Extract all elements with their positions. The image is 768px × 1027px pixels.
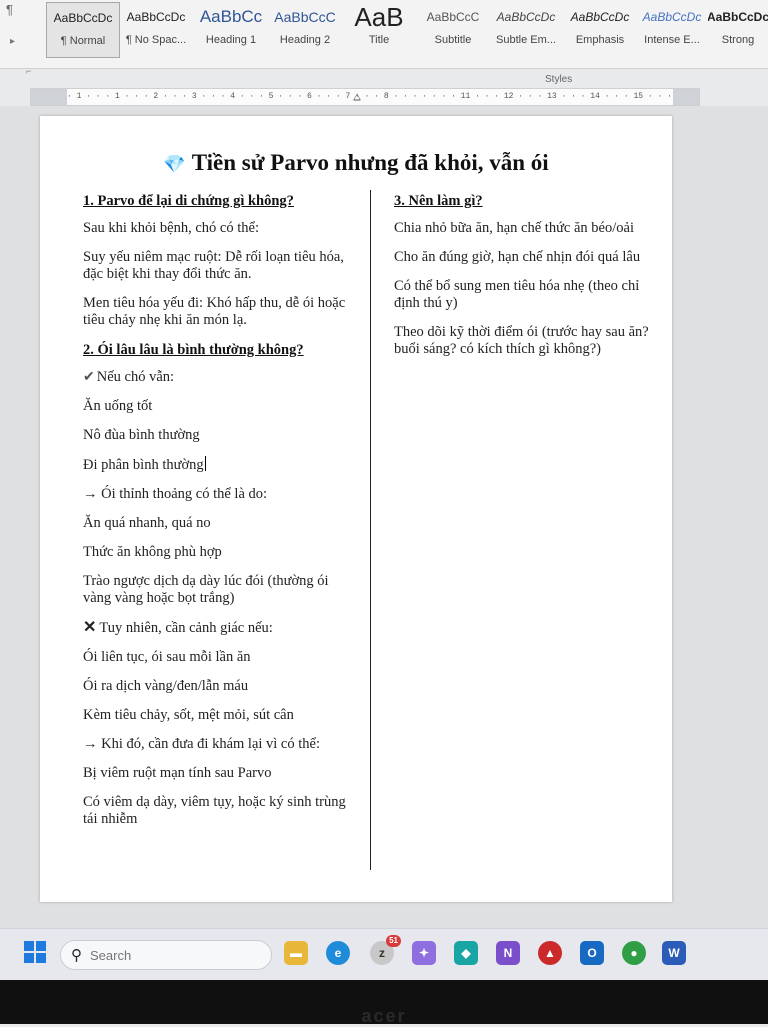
app-red-icon[interactable]: ▲ xyxy=(538,941,562,965)
paragraph: Sau khi khỏi bệnh, chó có thể: xyxy=(83,220,259,236)
copilot-icon[interactable]: ✦ xyxy=(412,941,436,965)
zalo-icon[interactable]: z 51 xyxy=(370,935,401,965)
style-sample: AaBbCcDc xyxy=(53,11,113,25)
style-sample: AaBbCcDc xyxy=(708,10,768,24)
paragraph: Có thể bổ sung men tiêu hóa nhẹ (theo ch… xyxy=(394,278,640,311)
style-sample: AaB xyxy=(354,2,404,32)
style-subtitle[interactable]: AaBbCcC Subtitle xyxy=(418,2,488,56)
search-icon: ⚲ xyxy=(71,947,82,964)
paragraph: Nô đùa bình thường xyxy=(83,427,200,443)
show-formatting-icon[interactable]: ¶ xyxy=(6,2,13,17)
left-column: 1. Parvo để lại di chứng gì không? Sau k… xyxy=(83,192,353,840)
style-name: ¶ No Spac... xyxy=(125,34,187,46)
style-name: Heading 1 xyxy=(205,34,257,46)
edge-browser-icon[interactable]: e xyxy=(326,941,350,965)
style-heading-2[interactable]: AaBbCcC Heading 2 xyxy=(270,2,340,56)
paragraph: Thức ăn không phù hợp xyxy=(83,544,222,560)
style-sample: AaBbCcDc xyxy=(642,10,702,24)
paragraph-text: Đi phân bình thường xyxy=(83,457,204,473)
style-name: ¶ Normal xyxy=(60,35,106,47)
windows-taskbar: ⚲ ▬ e z51 ✦ ◆ N ▲ O ● W xyxy=(0,928,768,981)
style-sample: AaBbCcDc xyxy=(496,10,556,24)
notification-badge: 51 xyxy=(386,935,401,947)
style-no-spacing[interactable]: AaBbCcDc ¶ No Spac... xyxy=(120,2,192,56)
style-name: Strong xyxy=(721,34,755,46)
paragraph: ✕ Tuy nhiên, cần cảnh giác nếu: xyxy=(83,619,353,637)
paragraph: Chia nhỏ bữa ăn, hạn chế thức ăn béo/oải xyxy=(394,220,634,236)
styles-dialog-launcher-icon[interactable]: ⌐ xyxy=(26,66,31,76)
cross-mark-icon: ✕ xyxy=(83,619,97,636)
style-normal[interactable]: AaBbCcDc ¶ Normal xyxy=(46,2,120,58)
paragraph: Trào ngược dịch dạ dày lúc đói (thường ó… xyxy=(83,573,329,606)
paragraph: Bị viêm ruột mạn tính sau Parvo xyxy=(83,765,272,781)
paragraph: Ói liên tục, ói sau mỗi lần ăn xyxy=(83,649,251,665)
paragraph: → Ói thỉnh thoảng có thể là do: xyxy=(83,486,268,502)
outlook-icon[interactable]: O xyxy=(580,941,604,965)
paragraph: Kèm tiêu chảy, sốt, mệt mỏi, sút cân xyxy=(83,707,294,723)
paragraph: Men tiêu hóa yếu đi: Khó hấp thu, dễ ói … xyxy=(83,295,346,328)
laptop-bezel: acer xyxy=(0,980,768,1026)
check-mark-icon: ✔ xyxy=(83,370,95,385)
document-title: 💎 Tiền sử Parvo nhưng đã khỏi, vẫn ói xyxy=(40,150,672,176)
styles-group-label: Styles xyxy=(545,74,573,85)
ribbon-styles-gallery: ¶ ▸ AaBbCcDc ¶ Normal AaBbCcDc ¶ No Spac… xyxy=(0,0,768,69)
style-sample: AaBbCcDc xyxy=(570,10,630,24)
style-sample: AaBbCc xyxy=(199,7,263,26)
search-input[interactable] xyxy=(88,946,252,964)
paragraph: → Khi đó, cần đưa đi khám lại vì có thể: xyxy=(83,736,320,752)
style-name: Emphasis xyxy=(575,34,625,46)
paragraph: Theo dõi kỹ thời điểm ói (trước hay sau … xyxy=(394,324,649,357)
style-subtle-emphasis[interactable]: AaBbCcDc Subtle Em... xyxy=(490,2,562,56)
ruler-right-margin xyxy=(673,89,699,105)
onenote-icon[interactable]: N xyxy=(496,941,520,965)
style-name: Heading 2 xyxy=(279,34,331,46)
style-name: Title xyxy=(368,34,390,46)
paragraph: Ói ra dịch vàng/đen/lẫn máu xyxy=(83,678,249,694)
taskbar-search[interactable]: ⚲ xyxy=(60,940,272,970)
document-page[interactable]: 💎 Tiền sử Parvo nhưng đã khỏi, vẫn ói 1. … xyxy=(40,116,672,902)
paragraph: Ăn quá nhanh, quá no xyxy=(83,515,211,531)
style-sample: AaBbCcC xyxy=(274,9,336,25)
style-sample: AaBbCcDc xyxy=(126,10,186,24)
style-intense-emphasis[interactable]: AaBbCcDc Intense E... xyxy=(638,2,706,56)
document-canvas: 💎 Tiền sử Parvo nhưng đã khỏi, vẫn ói 1. … xyxy=(0,106,768,928)
store-icon[interactable]: ◆ xyxy=(454,941,478,965)
right-column: 3. Nên làm gì? Chia nhỏ bữa ăn, hạn chế … xyxy=(394,192,664,370)
section-heading: 2. Ói lâu lâu là bình thường không? xyxy=(83,342,304,358)
style-name: Intense E... xyxy=(644,34,700,46)
paragraph-text: Nếu chó vẫn: xyxy=(96,369,175,385)
paragraph: Có viêm dạ dày, viêm tụy, hoặc ký sinh t… xyxy=(83,794,346,827)
paragraph: Đi phân bình thường xyxy=(83,456,353,474)
ruler-ticks: · 1 · · · 1 · · · 2 · · · 3 · · · 4 · · … xyxy=(67,92,673,101)
paragraph-text: Tuy nhiên, cần cảnh giác nếu: xyxy=(99,620,273,636)
chrome-icon[interactable]: ● xyxy=(622,941,646,965)
style-sample: AaBbCcC xyxy=(426,10,480,24)
paragraph: Suy yếu niêm mạc ruột: Dễ rối loạn tiêu … xyxy=(83,249,344,282)
word-icon[interactable]: W xyxy=(662,941,686,965)
style-emphasis[interactable]: AaBbCcDc Emphasis xyxy=(564,2,636,56)
style-title[interactable]: AaB Title xyxy=(344,2,414,56)
paragraph: ✔ Nếu chó vẫn: xyxy=(83,369,353,386)
paragraph: Ăn uống tốt xyxy=(83,398,153,414)
gem-icon: 💎 xyxy=(163,154,186,174)
style-heading-1[interactable]: AaBbCc Heading 1 xyxy=(196,2,266,56)
paragraph: Cho ăn đúng giờ, hạn chế nhịn đói quá lâ… xyxy=(394,249,641,265)
column-divider xyxy=(370,190,371,870)
start-button-windows-icon[interactable] xyxy=(24,941,46,963)
text-cursor xyxy=(204,456,206,471)
style-name: Subtitle xyxy=(434,34,472,46)
section-heading: 3. Nên làm gì? xyxy=(394,193,483,209)
document-title-text: Tiền sử Parvo nhưng đã khỏi, vẫn ói xyxy=(191,150,549,175)
ruler-left-margin xyxy=(31,89,67,105)
indent-marker-icon[interactable]: ⧋ xyxy=(353,92,361,103)
scroll-left-icon[interactable]: ▸ xyxy=(10,36,15,47)
file-explorer-icon[interactable]: ▬ xyxy=(284,941,308,965)
horizontal-ruler[interactable]: · 1 · · · 1 · · · 2 · · · 3 · · · 4 · · … xyxy=(30,88,700,106)
style-strong[interactable]: AaBbCcDc Strong xyxy=(708,2,768,56)
style-name: Subtle Em... xyxy=(496,34,556,46)
section-heading: 1. Parvo để lại di chứng gì không? xyxy=(83,193,294,209)
